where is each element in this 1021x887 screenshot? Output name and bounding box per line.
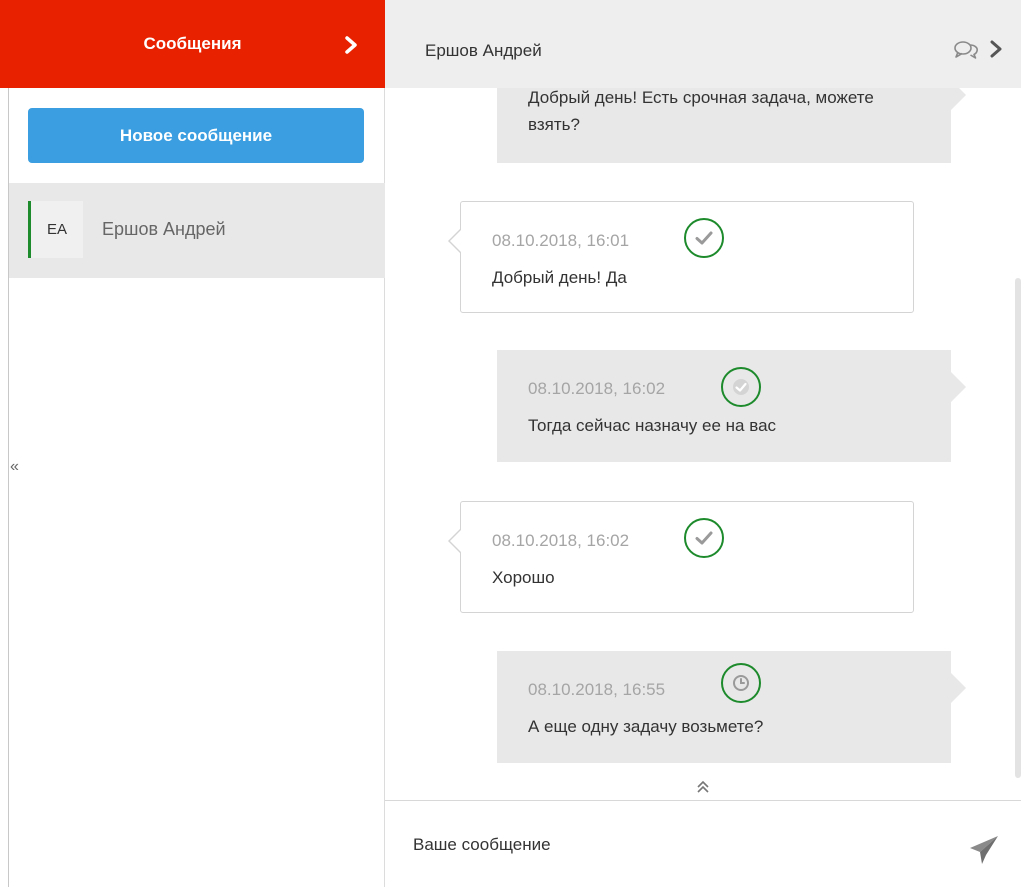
- collapse-panel-icon[interactable]: «: [10, 458, 19, 476]
- contact-name: Ершов Андрей: [102, 219, 226, 239]
- message-time: 08.10.2018, 16:55: [528, 680, 666, 699]
- send-icon[interactable]: [968, 834, 1000, 866]
- new-message-button[interactable]: Новое сообщение: [28, 108, 364, 163]
- chat-title: Ершов Андрей: [425, 41, 542, 60]
- message-text: Добрый день! Есть срочная задача, можете…: [528, 88, 874, 134]
- message-input[interactable]: [413, 823, 933, 867]
- read-status: [684, 518, 724, 558]
- message-bubble-outgoing: 08.10.2018, 16:02 Тогда сейчас назначу е…: [497, 350, 966, 462]
- read-status: [721, 367, 761, 407]
- message-bubble-incoming: 08.10.2018, 16:01 Добрый день! Да: [448, 201, 914, 313]
- message-text: Хорошо: [492, 568, 555, 587]
- message-text: А еще одну задачу возьмете?: [528, 717, 764, 736]
- chat-bubbles-icon[interactable]: [953, 39, 979, 59]
- pending-status: [721, 663, 761, 703]
- message-text: Добрый день! Да: [492, 268, 627, 287]
- message-time: 08.10.2018, 16:01: [492, 231, 630, 250]
- message-composer: [385, 800, 1021, 887]
- chat-panel: Ершов Андрей Добрый день! Есть срочная з…: [385, 0, 1021, 887]
- scroll-up-icon[interactable]: [696, 779, 710, 795]
- messages-title: Сообщения: [143, 34, 242, 53]
- contact-item[interactable]: ЕА Ершов Андрей: [9, 183, 385, 278]
- read-status: [684, 218, 724, 258]
- message-bubble-outgoing: 08.10.2018, 16:55 А еще одну задачу возь…: [497, 651, 966, 763]
- scrollbar[interactable]: [1015, 278, 1021, 778]
- avatar: ЕА: [31, 201, 83, 258]
- messages-header: Сообщения: [0, 0, 385, 88]
- message-bubble-incoming: 08.10.2018, 16:02 Хорошо: [448, 501, 914, 613]
- message-time: 08.10.2018, 16:02: [492, 531, 630, 550]
- chevron-right-icon[interactable]: [342, 36, 360, 54]
- clock-icon: [733, 675, 749, 691]
- chevron-right-icon[interactable]: [989, 40, 1003, 58]
- chat-header: Ершов Андрей: [385, 0, 1021, 88]
- conversations-panel: Сообщения Новое сообщение ЕА Ершов Андре…: [0, 0, 385, 887]
- message-list: Добрый день! Есть срочная задача, можете…: [385, 88, 1021, 800]
- check-icon: [695, 231, 713, 245]
- message-bubble-outgoing: Добрый день! Есть срочная задача, можете…: [497, 88, 966, 163]
- message-time: 08.10.2018, 16:02: [528, 379, 666, 398]
- check-icon: [733, 379, 749, 395]
- check-icon: [695, 531, 713, 545]
- message-text: Тогда сейчас назначу ее на вас: [528, 416, 777, 435]
